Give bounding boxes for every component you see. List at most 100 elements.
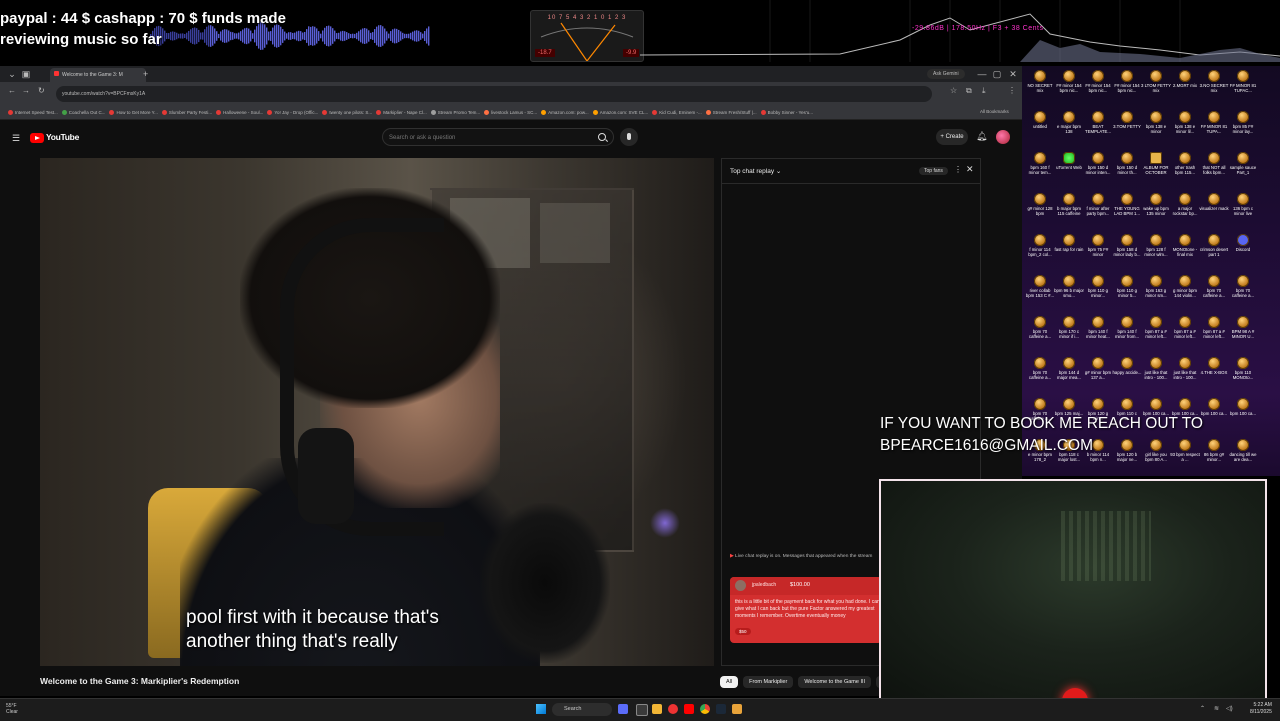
desktop-shortcut[interactable]: bpm 128 f minor wlm... bbox=[1141, 232, 1171, 272]
chat-mode-dropdown[interactable]: Top chat replay ⌄ bbox=[730, 167, 781, 175]
close-chat-icon[interactable]: ✕ bbox=[966, 164, 974, 175]
desktop-shortcut[interactable]: just like that intro - 100... bbox=[1170, 355, 1200, 395]
tray-chevron-icon[interactable]: ⌃ bbox=[1200, 705, 1205, 712]
bookmark-item[interactable]: Slumber Party Festi... bbox=[161, 110, 212, 115]
desktop-shortcut[interactable]: bpm 140 f minor heat... bbox=[1083, 314, 1113, 354]
fl-studio-icon[interactable] bbox=[732, 704, 742, 714]
bookmark-item[interactable]: Stream Promo Tem... bbox=[430, 110, 480, 115]
desktop-shortcut[interactable]: Discord bbox=[1228, 232, 1258, 272]
youtube-app-icon[interactable] bbox=[684, 704, 694, 714]
desktop-shortcut[interactable]: 3.NO SECRET mix bbox=[1199, 68, 1229, 108]
desktop-shortcut[interactable]: F# minor 154 bpm nic... bbox=[1112, 68, 1142, 108]
desktop-shortcut[interactable]: bpm 70 caffeine a... bbox=[1025, 355, 1055, 395]
bookmark-item[interactable]: Internet Speed Test... bbox=[8, 110, 58, 115]
bookmark-item[interactable]: twenty one pilots: S... bbox=[322, 110, 372, 115]
desktop-shortcut[interactable]: bpm 70 caffeine a... bbox=[1199, 273, 1229, 313]
desktop-shortcut[interactable]: g minor bpm 144 violin... bbox=[1170, 273, 1200, 313]
desktop-shortcut[interactable]: bpm 85 F# minor lay... bbox=[1228, 109, 1258, 149]
desktop-shortcut[interactable]: wake up bpm 135 minor bbox=[1141, 191, 1171, 231]
microphone-icon[interactable] bbox=[620, 128, 638, 146]
bookmark-item[interactable]: Kid Cudi, Eminem -... bbox=[652, 110, 702, 115]
bookmark-item[interactable]: How to Get More Y... bbox=[109, 110, 158, 115]
desktop-shortcut[interactable]: uTorrent Web bbox=[1054, 150, 1084, 190]
create-button[interactable]: + Create bbox=[936, 129, 968, 145]
downloads-icon[interactable]: ⤓ bbox=[982, 86, 986, 96]
desktop-shortcut[interactable]: bpm 87 a # minor left... bbox=[1170, 314, 1200, 354]
desktop-shortcut[interactable]: bpm 170 c minor if i... bbox=[1054, 314, 1084, 354]
desktop-shortcut[interactable]: F# MINOR 81 TUPA... bbox=[1199, 109, 1229, 149]
bookmark-item[interactable]: Markiplier - Nape Cl... bbox=[376, 110, 427, 115]
bookmark-item[interactable]: livestock Lamus - SC... bbox=[484, 110, 537, 115]
all-bookmarks-link[interactable]: All Bookmarks bbox=[980, 109, 1009, 114]
notifications-bell-icon[interactable]: 🔔︎ bbox=[976, 131, 987, 142]
desktop-shortcut[interactable]: just like that intro - 100... bbox=[1141, 355, 1171, 395]
close-window-icon[interactable]: ✕ bbox=[1003, 66, 1023, 82]
pinned-tab-icon[interactable]: ▣ bbox=[16, 66, 36, 82]
desktop-shortcut[interactable]: bpm 110 g minor 5... bbox=[1112, 273, 1142, 313]
desktop-shortcut[interactable]: BPM 98 A # MINOR U... bbox=[1228, 314, 1258, 354]
desktop-shortcut[interactable]: bpm 150 d minor th... bbox=[1112, 150, 1142, 190]
desktop-shortcut[interactable]: 2.MGRT mix bbox=[1170, 68, 1200, 108]
desktop-shortcut[interactable]: crimson desert part 1 bbox=[1199, 232, 1229, 272]
desktop-shortcut[interactable]: visualizer mack bbox=[1199, 191, 1229, 231]
forward-icon[interactable]: → bbox=[22, 86, 30, 95]
widgets-icon[interactable] bbox=[618, 704, 628, 714]
avatar[interactable] bbox=[996, 130, 1010, 144]
ask-gemini-button[interactable]: Ask Gemini bbox=[927, 69, 965, 79]
video-player[interactable] bbox=[40, 158, 714, 666]
bookmark-item[interactable]: Bobby Sinner - Yes'u... bbox=[760, 110, 813, 115]
desktop-shortcut[interactable]: g# minor bpm 137 a... bbox=[1083, 355, 1113, 395]
desktop-shortcut[interactable]: NO SECRET mix bbox=[1025, 68, 1055, 108]
desktop-shortcut[interactable]: MONOtone - final mix bbox=[1170, 232, 1200, 272]
desktop-shortcut[interactable]: THE YOUNG LAD BPM 1... bbox=[1112, 191, 1142, 231]
task-view-icon[interactable] bbox=[636, 704, 648, 716]
desktop-shortcut[interactable]: bpm 144 d major mea... bbox=[1054, 355, 1084, 395]
hamburger-menu-icon[interactable]: ☰ bbox=[12, 133, 20, 144]
desktop-shortcut[interactable]: f minor 114 bpm_2 col... bbox=[1025, 232, 1055, 272]
desktop-shortcut[interactable]: F# MINOR 81 TUPAC... bbox=[1228, 68, 1258, 108]
bookmark-item[interactable]: Amazon.com: pow... bbox=[541, 110, 589, 115]
desktop-shortcut[interactable]: bpm 163 g minor sm... bbox=[1141, 273, 1171, 313]
desktop-shortcut[interactable]: sample sauce Part_1 bbox=[1228, 150, 1258, 190]
desktop-shortcut[interactable]: bpm 150 d minor inten... bbox=[1083, 150, 1113, 190]
desktop-shortcut[interactable]: river collab bpm 153 C #... bbox=[1025, 273, 1055, 313]
browser-menu-icon[interactable]: ⋮ bbox=[1008, 86, 1016, 95]
desktop-shortcut[interactable]: bpm 160 f minor tem... bbox=[1025, 150, 1055, 190]
desktop-shortcut[interactable]: bpm 110 g minor... bbox=[1083, 273, 1113, 313]
desktop-shortcut[interactable]: 3.TOM FETTY bbox=[1112, 109, 1142, 149]
filter-chip[interactable]: From Markiplier bbox=[743, 676, 794, 688]
desktop-shortcut[interactable]: bpm 110 MONOto... bbox=[1228, 355, 1258, 395]
desktop-shortcut[interactable]: untitled bbox=[1025, 109, 1055, 149]
desktop-shortcut[interactable]: a major rockstar bp... bbox=[1170, 191, 1200, 231]
search-icon[interactable] bbox=[598, 133, 606, 141]
desktop-shortcut[interactable]: 3 LTOM FETTY mix bbox=[1141, 68, 1171, 108]
youtube-brand[interactable]: YouTube bbox=[46, 132, 79, 142]
desktop-shortcut[interactable]: g# minor 128 bpm bbox=[1025, 191, 1055, 231]
more-options-icon[interactable]: ⋮ bbox=[954, 165, 962, 174]
filter-chip[interactable]: Welcome to the Game III bbox=[798, 676, 872, 688]
desktop-shortcut[interactable]: bpm 70 caffeine a... bbox=[1025, 314, 1055, 354]
desktop-shortcut[interactable]: happy accide... bbox=[1112, 355, 1142, 395]
extensions-icon[interactable]: ⧉ bbox=[966, 86, 972, 96]
desktop-shortcut[interactable]: 136 bpm c minor live bbox=[1228, 191, 1258, 231]
desktop-shortcut[interactable]: bpm 138 e minor lil... bbox=[1170, 109, 1200, 149]
desktop-shortcut[interactable]: bpm 158 d minor lady b... bbox=[1112, 232, 1142, 272]
desktop-shortcut[interactable]: bpm 140 f minor from... bbox=[1112, 314, 1142, 354]
desktop-shortcut[interactable]: bpm 96 b major smo... bbox=[1054, 273, 1084, 313]
desktop-shortcut[interactable]: bpm 87 a # minor left... bbox=[1199, 314, 1229, 354]
steam-icon[interactable] bbox=[716, 704, 726, 714]
weather-widget[interactable]: 55°F Clear bbox=[6, 703, 18, 715]
bookmark-item[interactable]: Amazon.com: SVE CL... bbox=[592, 110, 648, 115]
search-input[interactable]: Search or ask a question bbox=[382, 128, 614, 146]
taskbar-search[interactable]: Search bbox=[552, 703, 612, 716]
address-bar[interactable]: youtube.com/watch?v=BPCFmsKy1A bbox=[56, 86, 932, 102]
back-icon[interactable]: ← bbox=[8, 86, 16, 95]
chrome-icon[interactable] bbox=[700, 704, 710, 714]
filter-chip[interactable]: All bbox=[720, 676, 739, 688]
new-tab-button[interactable]: + bbox=[143, 66, 148, 82]
volume-icon[interactable]: ◁) bbox=[1226, 705, 1233, 712]
file-explorer-icon[interactable] bbox=[652, 704, 662, 714]
bookmark-item[interactable]: Stream Fresh/Stuff |... bbox=[705, 110, 757, 115]
start-menu-icon[interactable] bbox=[536, 704, 546, 714]
bookmark-item[interactable]: Yo! Jay - Drop (Offic... bbox=[267, 110, 318, 115]
